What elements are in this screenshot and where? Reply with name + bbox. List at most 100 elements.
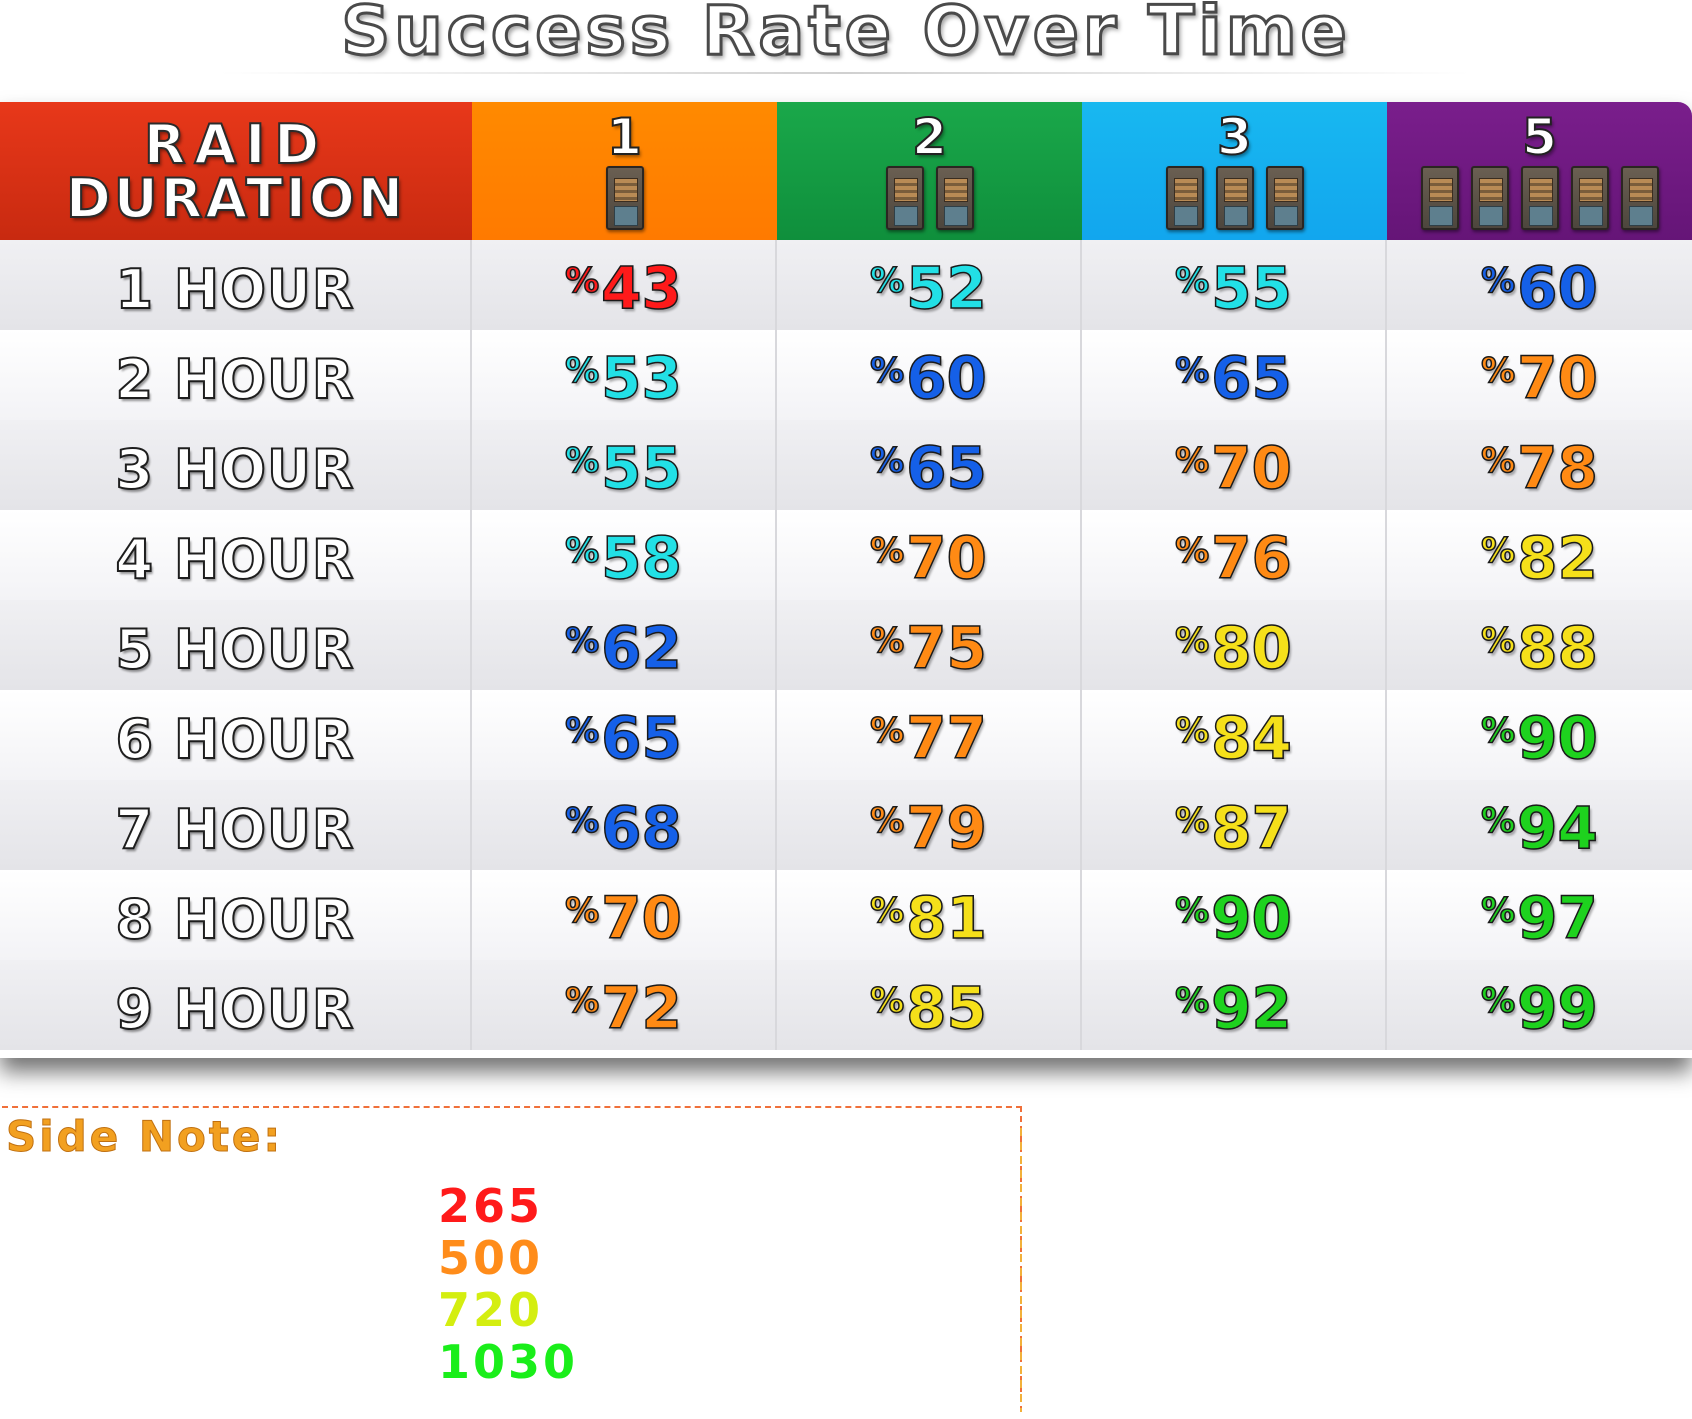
success-rate-value: %65: [1082, 343, 1385, 413]
rate-number: 43: [600, 253, 682, 323]
success-rate-value: %62: [472, 613, 775, 683]
percent-symbol: %: [869, 980, 905, 1022]
success-rate-value: %70: [1387, 343, 1692, 413]
duration-label: 8 HOUR: [115, 887, 355, 952]
percent-symbol: %: [869, 530, 905, 572]
rate-number: 70: [1516, 343, 1598, 413]
duration-cell: 1 HOUR: [0, 240, 472, 330]
success-rate-value: %70: [472, 883, 775, 953]
success-rate-value: %68: [472, 793, 775, 863]
rate-cell: %60: [777, 330, 1082, 420]
rate-cell: %84: [1082, 690, 1387, 780]
rate-number: 90: [1516, 703, 1598, 773]
success-rate-value: %87: [1082, 793, 1385, 863]
door-count-label: 2: [911, 107, 948, 167]
rate-cell: %76: [1082, 510, 1387, 600]
success-rate-value: %77: [777, 703, 1080, 773]
door-icon: [1620, 166, 1659, 230]
percent-symbol: %: [564, 890, 600, 932]
percent-symbol: %: [564, 440, 600, 482]
door-icon: [885, 166, 924, 230]
rate-cell: %52: [777, 240, 1082, 330]
rate-cell: %80: [1082, 600, 1387, 690]
raid-duration-line2: DURATION: [65, 167, 406, 230]
door-icons: [472, 166, 777, 232]
success-rate-value: %65: [472, 703, 775, 773]
rate-number: 97: [1516, 883, 1598, 953]
percent-symbol: %: [1174, 350, 1210, 392]
duration-label: 2 HOUR: [115, 347, 355, 412]
percent-symbol: %: [869, 620, 905, 662]
rate-cell: %60: [1387, 240, 1692, 330]
percent-symbol: %: [564, 530, 600, 572]
side-note-values: 265 500 720 1030: [438, 1180, 578, 1388]
rate-number: 60: [1516, 253, 1598, 323]
header-col-5: 5: [1387, 102, 1692, 240]
table-header-row: RAID DURATION 1 2 3 5: [0, 102, 1692, 240]
percent-symbol: %: [869, 800, 905, 842]
door-icons: [1082, 166, 1387, 232]
rate-cell: %99: [1387, 960, 1692, 1050]
door-count-label: 1: [606, 107, 643, 167]
percent-symbol: %: [1480, 530, 1516, 572]
rate-number: 75: [905, 613, 987, 683]
rate-cell: %94: [1387, 780, 1692, 870]
success-rate-value: %75: [777, 613, 1080, 683]
side-note-value: 500: [438, 1231, 544, 1285]
header-col-3: 3: [1082, 102, 1387, 240]
success-rate-value: %90: [1082, 883, 1385, 953]
percent-symbol: %: [869, 710, 905, 752]
door-icon: [1470, 166, 1509, 230]
title-divider: [220, 72, 1470, 74]
table-row: 8 HOUR %70 %81 %90 %97: [0, 870, 1692, 960]
percent-symbol: %: [564, 260, 600, 302]
percent-symbol: %: [1174, 890, 1210, 932]
door-icon: [1570, 166, 1609, 230]
raid-duration-line1: RAID: [143, 113, 329, 176]
percent-symbol: %: [1174, 980, 1210, 1022]
rate-number: 77: [905, 703, 987, 773]
rate-cell: %70: [1082, 420, 1387, 510]
door-icons: [777, 166, 1082, 232]
duration-cell: 2 HOUR: [0, 330, 472, 420]
rate-number: 85: [905, 973, 987, 1043]
rate-number: 52: [905, 253, 987, 323]
percent-symbol: %: [1174, 620, 1210, 662]
success-rate-table: RAID DURATION 1 2 3 5 1 HOUR %43 %52 %55 %60…: [0, 102, 1692, 1058]
percent-symbol: %: [1480, 710, 1516, 752]
rate-number: 80: [1210, 613, 1292, 683]
success-rate-value: %92: [1082, 973, 1385, 1043]
side-note-title: Side Note:: [5, 1112, 284, 1162]
rate-number: 65: [905, 433, 987, 503]
rate-number: 78: [1516, 433, 1598, 503]
percent-symbol: %: [564, 710, 600, 752]
rate-cell: %53: [472, 330, 777, 420]
door-icon: [1215, 166, 1254, 230]
rate-number: 70: [905, 523, 987, 593]
door-icon: [605, 166, 644, 230]
rate-cell: %70: [777, 510, 1082, 600]
door-icon: [1520, 166, 1559, 230]
rate-number: 92: [1210, 973, 1292, 1043]
header-col-2: 2: [777, 102, 1082, 240]
rate-cell: %55: [1082, 240, 1387, 330]
door-count-label: 5: [1521, 107, 1558, 167]
rate-number: 90: [1210, 883, 1292, 953]
table-row: 3 HOUR %55 %65 %70 %78: [0, 420, 1692, 510]
percent-symbol: %: [564, 800, 600, 842]
rate-number: 65: [600, 703, 682, 773]
duration-label: 1 HOUR: [115, 257, 355, 322]
rate-cell: %79: [777, 780, 1082, 870]
percent-symbol: %: [1480, 800, 1516, 842]
duration-cell: 7 HOUR: [0, 780, 472, 870]
duration-label: 3 HOUR: [115, 437, 355, 502]
rate-cell: %65: [777, 420, 1082, 510]
percent-symbol: %: [564, 980, 600, 1022]
success-rate-value: %72: [472, 973, 775, 1043]
door-icons: [1387, 166, 1692, 232]
success-rate-value: %79: [777, 793, 1080, 863]
success-rate-value: %58: [472, 523, 775, 593]
duration-label: 5 HOUR: [115, 617, 355, 682]
rate-cell: %65: [472, 690, 777, 780]
rate-cell: %88: [1387, 600, 1692, 690]
